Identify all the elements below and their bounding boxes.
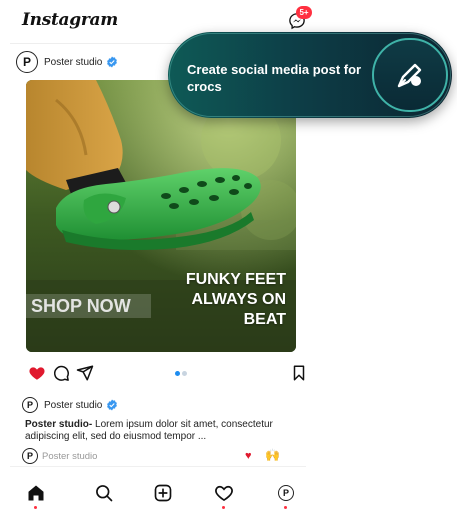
bookmark-icon[interactable] xyxy=(290,364,308,382)
comment-bubble-icon[interactable] xyxy=(52,364,70,382)
heart-outline-icon xyxy=(215,485,233,502)
carousel-indicator xyxy=(175,371,187,376)
avatar[interactable]: P xyxy=(22,397,38,413)
reaction-hands[interactable]: 🙌 xyxy=(265,448,280,462)
nav-home[interactable] xyxy=(26,483,46,503)
nav-activity-indicator xyxy=(222,506,225,509)
carousel-dot-active xyxy=(175,371,180,376)
verified-badge-icon xyxy=(107,399,118,411)
carousel-dot xyxy=(182,371,187,376)
nav-create[interactable] xyxy=(153,483,173,503)
search-icon xyxy=(96,485,113,502)
comment-placeholder[interactable]: Poster studio xyxy=(42,451,97,462)
generate-button[interactable] xyxy=(372,38,448,112)
headline-line-3: BEAT xyxy=(243,311,286,328)
nav-search[interactable] xyxy=(94,483,114,503)
post-actions xyxy=(28,364,306,384)
post-author-name[interactable]: Poster studio xyxy=(44,57,102,68)
post-author-name[interactable]: Poster studio xyxy=(44,400,102,411)
plus-square-icon xyxy=(154,484,172,502)
instagram-logo[interactable]: Instagram xyxy=(22,10,118,30)
post-image[interactable]: FUNKY FEET ALWAYS ON BEAT SHOP NOW xyxy=(26,80,296,352)
pen-sparkle-icon xyxy=(397,63,422,88)
nav-profile[interactable]: P xyxy=(276,483,296,503)
avatar[interactable]: P xyxy=(16,51,38,73)
commenter-avatar: P xyxy=(22,448,38,464)
post-details-author-row[interactable]: P Poster studio xyxy=(22,396,118,414)
reaction-heart[interactable]: ♥ xyxy=(245,450,252,462)
paper-plane-icon[interactable] xyxy=(76,364,94,382)
prompt-text: Create social media post for crocs xyxy=(187,62,362,94)
headline-line-2: ALWAYS ON xyxy=(191,291,286,308)
nav-profile-indicator xyxy=(284,506,287,509)
profile-avatar-icon: P xyxy=(278,485,294,501)
bottom-navigation: P xyxy=(10,466,306,516)
verified-badge-icon xyxy=(107,56,118,68)
messages-badge: 5+ xyxy=(296,6,312,19)
post-author-row[interactable]: P Poster studio xyxy=(16,50,118,74)
heart-filled-icon[interactable] xyxy=(28,364,46,382)
nav-home-indicator xyxy=(34,506,37,509)
nav-activity[interactable] xyxy=(214,483,234,503)
add-comment-row[interactable]: P Poster studio ♥ 🙌 xyxy=(22,448,282,464)
headline-line-1: FUNKY FEET xyxy=(185,271,286,288)
caption-author[interactable]: Poster studio- xyxy=(25,419,92,430)
ai-prompt-card[interactable]: Create social media post for crocs xyxy=(168,32,452,118)
shop-now-label[interactable]: SHOP NOW xyxy=(26,294,151,318)
home-icon xyxy=(28,485,44,501)
post-caption: Poster studio- Lorem ipsum dolor sit ame… xyxy=(25,419,300,443)
post-headline: FUNKY FEET ALWAYS ON BEAT xyxy=(186,270,286,330)
